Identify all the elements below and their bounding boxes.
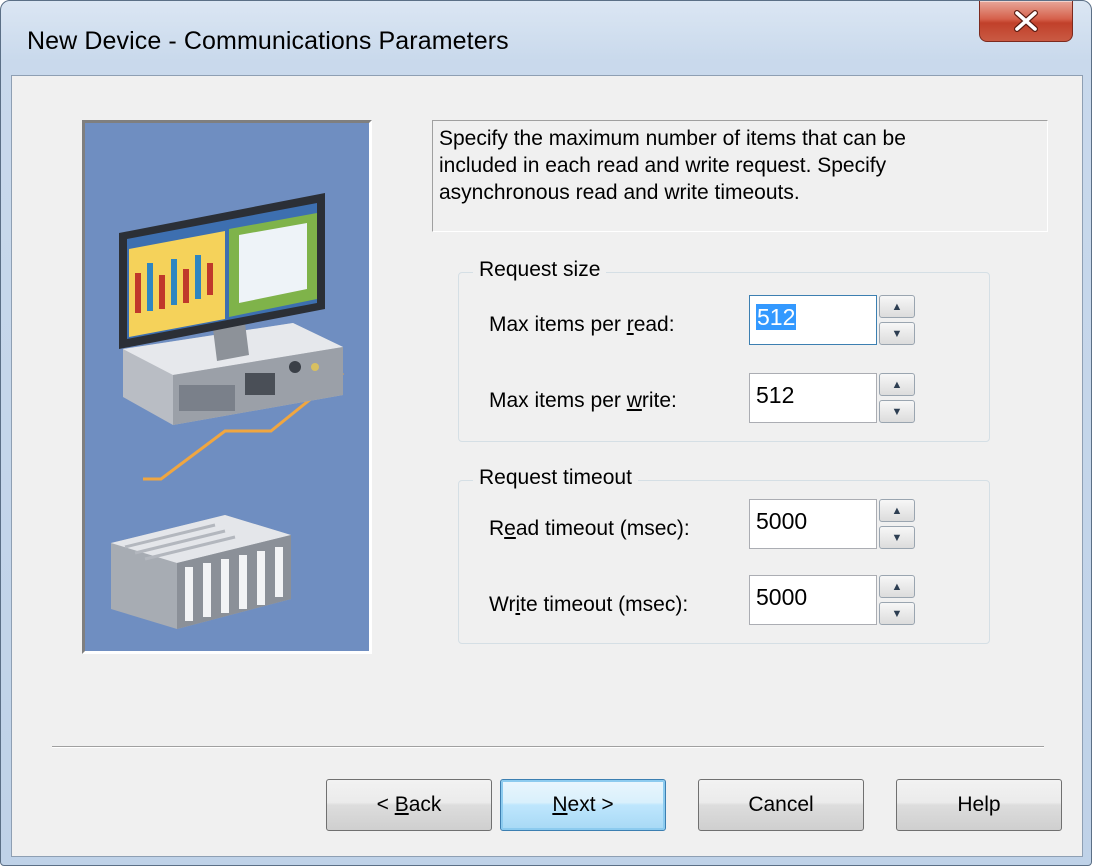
description-line: included in each read and write request.… xyxy=(439,154,887,177)
label-text: ext > xyxy=(567,793,614,816)
request-timeout-label: Request timeout xyxy=(473,466,638,490)
spin-up-button[interactable]: ▲ xyxy=(879,575,915,598)
label-text: ead: xyxy=(633,313,675,336)
button-label: Next > xyxy=(552,793,613,817)
label-text: Max items per xyxy=(489,313,627,336)
button-label: Cancel xyxy=(748,793,814,816)
spin-up-button[interactable]: ▲ xyxy=(879,295,915,318)
label-accelerator: B xyxy=(394,793,409,816)
arrow-down-icon: ▼ xyxy=(891,405,903,418)
button-label: Help xyxy=(957,793,1001,816)
next-button[interactable]: Next > xyxy=(500,779,666,831)
label-text: te timeout (msec): xyxy=(520,593,689,616)
button-label: < Back xyxy=(377,793,442,817)
request-size-group: Request size Max items per read: 512 ▲ ▼… xyxy=(458,258,990,442)
max-items-per-write-spinner[interactable]: ▲ ▼ xyxy=(879,373,915,423)
input-value: 512 xyxy=(756,304,797,330)
label-text: ad timeout (msec): xyxy=(515,517,690,540)
label-accelerator: e xyxy=(504,517,516,540)
window-title: New Device - Communications Parameters xyxy=(27,27,509,55)
max-items-per-read-input[interactable]: 512 xyxy=(749,295,877,345)
label-text: rite: xyxy=(641,389,677,412)
input-value: 5000 xyxy=(756,508,808,534)
label-accelerator: N xyxy=(552,793,568,816)
input-value: 512 xyxy=(756,382,795,408)
spin-up-button[interactable]: ▲ xyxy=(879,373,915,396)
help-button[interactable]: Help xyxy=(896,779,1062,831)
read-timeout-spinner[interactable]: ▲ ▼ xyxy=(879,499,915,549)
label-text: ack xyxy=(408,793,442,816)
label-accelerator: w xyxy=(626,389,642,412)
request-size-label: Request size xyxy=(473,258,607,282)
close-button[interactable] xyxy=(979,1,1073,42)
read-timeout-input[interactable]: 5000 xyxy=(749,499,877,549)
input-value: 5000 xyxy=(756,584,808,610)
arrow-up-icon: ▲ xyxy=(891,300,903,313)
label-text: R xyxy=(489,517,505,540)
spin-up-button[interactable]: ▲ xyxy=(879,499,915,522)
arrow-down-icon: ▼ xyxy=(891,327,903,340)
max-items-per-read-label: Max items per read: xyxy=(489,313,675,337)
arrow-up-icon: ▲ xyxy=(891,378,903,391)
pc-plc-illustration xyxy=(111,193,344,629)
write-timeout-spinner[interactable]: ▲ ▼ xyxy=(879,575,915,625)
request-timeout-group: Request timeout Read timeout (msec): 500… xyxy=(458,466,990,644)
spin-down-button[interactable]: ▼ xyxy=(879,526,915,549)
description-box: Specify the maximum number of items that… xyxy=(432,120,1048,232)
spin-down-button[interactable]: ▼ xyxy=(879,602,915,625)
label-text: < xyxy=(376,793,395,816)
arrow-down-icon: ▼ xyxy=(891,531,903,544)
label-text: Wr xyxy=(489,593,516,616)
spin-down-button[interactable]: ▼ xyxy=(879,400,915,423)
label-text: Max items per xyxy=(489,389,627,412)
close-icon xyxy=(1014,10,1038,32)
arrow-up-icon: ▲ xyxy=(891,580,903,593)
max-items-per-read-spinner[interactable]: ▲ ▼ xyxy=(879,295,915,345)
device-illustration xyxy=(82,120,372,654)
label-accelerator: r xyxy=(626,313,634,336)
description-line: Specify the maximum number of items that… xyxy=(439,127,906,150)
write-timeout-label: Write timeout (msec): xyxy=(489,593,688,617)
footer-separator xyxy=(52,746,1044,748)
cancel-button[interactable]: Cancel xyxy=(698,779,864,831)
max-items-per-write-input[interactable]: 512 xyxy=(749,373,877,423)
write-timeout-input[interactable]: 5000 xyxy=(749,575,877,625)
description-line: asynchronous read and write timeouts. xyxy=(439,181,800,204)
arrow-up-icon: ▲ xyxy=(891,504,903,517)
back-button[interactable]: < Back xyxy=(326,779,492,831)
arrow-down-icon: ▼ xyxy=(891,607,903,620)
dialog-client-area: Specify the maximum number of items that… xyxy=(11,75,1083,857)
read-timeout-label: Read timeout (msec): xyxy=(489,517,690,541)
dialog-window: New Device - Communications Parameters S… xyxy=(0,0,1092,866)
max-items-per-write-label: Max items per write: xyxy=(489,389,677,413)
spin-down-button[interactable]: ▼ xyxy=(879,322,915,345)
